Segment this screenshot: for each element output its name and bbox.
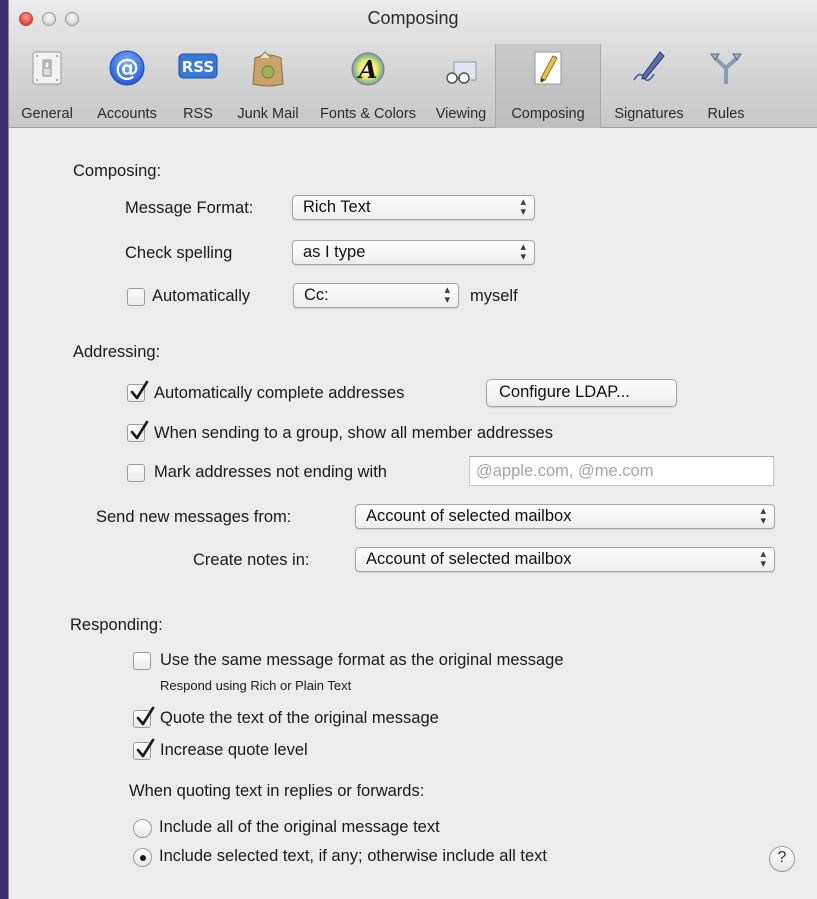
- signature-pen-icon: [633, 51, 665, 81]
- auto-cc-checkbox[interactable]: [127, 288, 145, 306]
- increase-quote-checkbox[interactable]: [133, 738, 155, 760]
- create-notes-label: Create notes in:: [193, 551, 310, 569]
- viewing-glasses-icon: [446, 61, 477, 84]
- checkmark-icon: [136, 706, 155, 726]
- auto-cc-select[interactable]: Cc: ▴ ▾: [293, 283, 459, 308]
- checkmark-icon: [130, 380, 149, 400]
- svg-text:RSS: RSS: [182, 58, 214, 76]
- message-format-label: Message Format:: [125, 199, 254, 217]
- help-button[interactable]: ?: [769, 846, 795, 872]
- checkmark-icon: [136, 738, 155, 758]
- tab-label: Rules: [707, 106, 745, 122]
- auto-complete-checkbox[interactable]: [127, 380, 149, 402]
- rules-icon: [710, 53, 742, 84]
- junk-mail-bag-icon: [252, 51, 284, 87]
- updown-arrows-icon: ▴ ▾: [444, 284, 450, 306]
- tab-general[interactable]: General: [9, 44, 85, 128]
- tab-junk-mail[interactable]: Junk Mail: [227, 44, 309, 128]
- updown-arrows-icon: ▴ ▾: [520, 196, 526, 218]
- section-heading-composing: Composing:: [73, 162, 162, 180]
- rss-icon: RSS: [178, 53, 218, 79]
- section-heading-addressing: Addressing:: [73, 343, 161, 361]
- checkmark-icon: [130, 420, 149, 440]
- message-format-select[interactable]: Rich Text ▴ ▾: [292, 195, 535, 220]
- section-heading-responding: Responding:: [70, 616, 163, 634]
- composing-panel: Composing: Message Format: Rich Text ▴ ▾ …: [9, 129, 817, 899]
- auto-complete-label: Automatically complete addresses: [154, 384, 405, 402]
- check-spelling-value: as I type: [303, 243, 366, 261]
- tab-label: Viewing: [435, 106, 487, 122]
- create-notes-select[interactable]: Account of selected mailbox ▴ ▾: [355, 547, 775, 572]
- at-sign-icon: @: [109, 50, 145, 86]
- updown-arrows-icon: ▴ ▾: [520, 241, 526, 263]
- increase-quote-label: Increase quote level: [160, 741, 308, 759]
- tab-fonts-colors[interactable]: A Fonts & Colors: [309, 44, 427, 128]
- tab-label: General: [21, 106, 73, 122]
- updown-arrows-icon: ▴ ▾: [760, 505, 766, 527]
- tab-signatures[interactable]: Signatures: [601, 44, 697, 128]
- include-selected-label: Include selected text, if any; otherwise…: [159, 847, 547, 865]
- pencil-icon: [534, 51, 562, 85]
- send-from-select[interactable]: Account of selected mailbox ▴ ▾: [355, 504, 775, 529]
- window-title: Composing: [367, 8, 459, 28]
- svg-text:@: @: [115, 54, 139, 82]
- tab-label: Composing: [511, 106, 585, 122]
- check-spelling-select[interactable]: as I type ▴ ▾: [292, 240, 535, 265]
- fonts-colors-icon: A: [351, 52, 385, 86]
- window-chrome: Composing General @ Accounts RSS RSS Jun…: [9, 0, 817, 128]
- message-format-value: Rich Text: [303, 198, 371, 216]
- tab-label: Signatures: [614, 106, 684, 122]
- tab-label: RSS: [183, 106, 213, 122]
- send-from-label: Send new messages from:: [96, 508, 292, 526]
- mark-addresses-label: Mark addresses not ending with: [154, 463, 387, 481]
- tab-label: Fonts & Colors: [320, 106, 416, 122]
- preferences-window: Composing General @ Accounts RSS RSS Jun…: [8, 0, 817, 899]
- same-format-label: Use the same message format as the origi…: [160, 651, 564, 669]
- tab-rules[interactable]: Rules: [697, 44, 755, 128]
- include-all-radio[interactable]: [133, 819, 152, 838]
- same-format-checkbox[interactable]: [133, 652, 151, 670]
- tab-label: Junk Mail: [237, 106, 299, 122]
- tab-viewing[interactable]: Viewing: [427, 44, 495, 128]
- quoting-heading: When quoting text in replies or forwards…: [129, 782, 425, 800]
- mark-addresses-checkbox[interactable]: [127, 464, 145, 482]
- mark-domains-field[interactable]: @apple.com, @me.com: [469, 456, 774, 486]
- preferences-toolbar: General @ Accounts RSS RSS Junk Mail A F…: [9, 44, 755, 128]
- tab-composing[interactable]: Composing: [495, 44, 601, 128]
- quote-text-checkbox[interactable]: [133, 706, 155, 728]
- quote-text-label: Quote the text of the original message: [160, 709, 439, 727]
- tab-rss[interactable]: RSS RSS: [169, 44, 227, 128]
- include-all-label: Include all of the original message text: [159, 818, 440, 836]
- tab-accounts[interactable]: @ Accounts: [85, 44, 169, 128]
- send-from-value: Account of selected mailbox: [366, 507, 572, 525]
- radio-selected-dot: [140, 855, 146, 861]
- light-switch-icon: [32, 51, 62, 85]
- same-format-hint: Respond using Rich or Plain Text: [160, 678, 352, 693]
- updown-arrows-icon: ▴ ▾: [760, 548, 766, 570]
- auto-cc-value: Cc:: [304, 286, 329, 304]
- tab-label: Accounts: [97, 106, 157, 122]
- auto-cc-suffix: myself: [470, 287, 518, 305]
- include-selected-radio[interactable]: [133, 848, 152, 867]
- svg-text:A: A: [357, 55, 378, 84]
- group-members-label: When sending to a group, show all member…: [154, 424, 553, 442]
- check-spelling-label: Check spelling: [125, 244, 233, 262]
- auto-cc-label: Automatically: [152, 287, 251, 305]
- create-notes-value: Account of selected mailbox: [366, 550, 572, 568]
- group-members-checkbox[interactable]: [127, 420, 149, 442]
- configure-ldap-button[interactable]: Configure LDAP...: [486, 379, 677, 407]
